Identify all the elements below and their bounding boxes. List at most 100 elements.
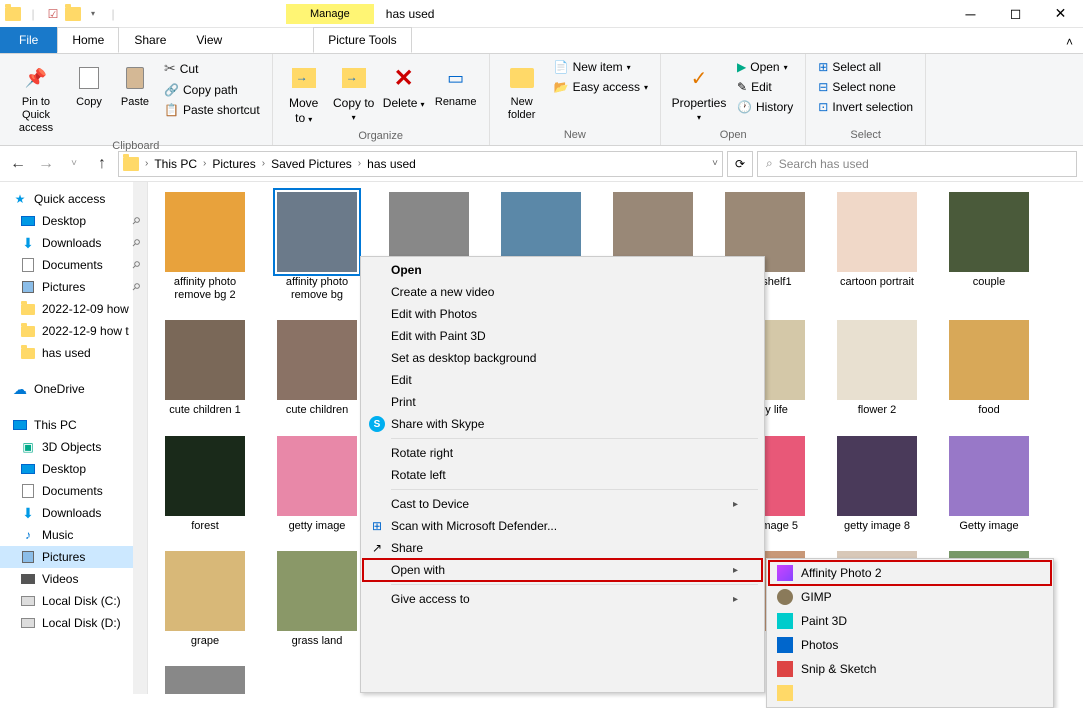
ctx-print[interactable]: Print [363, 391, 762, 413]
sidebar-local-d[interactable]: Local Disk (D:) [0, 612, 147, 634]
copy-to-button[interactable]: Copy to ▾ [331, 58, 377, 128]
ribbon-collapse-icon[interactable]: ˄ [1056, 31, 1083, 53]
sub-more[interactable] [769, 681, 1051, 705]
breadcrumb-path[interactable]: › This PC › Pictures › Saved Pictures › … [118, 151, 723, 177]
paste-button[interactable]: Paste [114, 58, 156, 113]
maximize-button[interactable]: ◻ [993, 0, 1038, 28]
ctx-scan-defender[interactable]: ⊞Scan with Microsoft Defender... [363, 515, 762, 537]
file-thumbnail[interactable]: cute children [274, 320, 360, 417]
ctx-cast[interactable]: Cast to Device▸ [363, 493, 762, 515]
crumb-pictures[interactable]: Pictures [208, 155, 259, 173]
chevron-right-icon[interactable]: › [203, 158, 206, 169]
file-thumbnail[interactable]: affinity photo remove bg 2 [162, 192, 248, 302]
crumb-this-pc[interactable]: This PC [150, 155, 201, 173]
sidebar-local-c[interactable]: Local Disk (C:) [0, 590, 147, 612]
sidebar-pictures-pc[interactable]: Pictures [0, 546, 147, 568]
file-thumbnail[interactable]: getty image [274, 436, 360, 533]
sub-snip-sketch[interactable]: Snip & Sketch [769, 657, 1051, 681]
sub-photos[interactable]: Photos [769, 633, 1051, 657]
scrollbar[interactable] [133, 182, 147, 694]
tab-view[interactable]: View [181, 27, 237, 53]
file-thumbnail[interactable]: cute children 1 [162, 320, 248, 417]
sidebar-downloads[interactable]: ⬇Downloads⚲ [0, 232, 147, 254]
sidebar-folder-1[interactable]: 2022-12-09 how [0, 298, 147, 320]
sidebar-videos[interactable]: Videos [0, 568, 147, 590]
close-button[interactable]: ✕ [1038, 0, 1083, 28]
chevron-right-icon[interactable]: › [358, 158, 361, 169]
ctx-open-with[interactable]: Open with▸ [363, 559, 762, 581]
back-button[interactable]: ← [6, 152, 30, 176]
tab-home[interactable]: Home [57, 27, 119, 53]
edit-button[interactable]: ✎Edit [733, 78, 797, 96]
properties-qat-icon[interactable]: ☑ [44, 5, 62, 23]
crumb-has-used[interactable]: has used [363, 155, 420, 173]
file-thumbnail[interactable]: Getty image [946, 436, 1032, 533]
ctx-create-video[interactable]: Create a new video [363, 281, 762, 303]
rename-button[interactable]: ▭ Rename [431, 58, 481, 113]
pin-to-quick-access-button[interactable]: 📌 Pin to Quick access [8, 58, 64, 140]
search-input[interactable]: ⌕ Search has used [757, 151, 1077, 177]
sub-gimp[interactable]: GIMP [769, 585, 1051, 609]
file-thumbnail[interactable]: couple [946, 192, 1032, 302]
file-thumbnail[interactable]: food [946, 320, 1032, 417]
file-thumbnail[interactable]: flower 2 [834, 320, 920, 417]
file-thumbnail[interactable]: affinity photo remove bg [274, 192, 360, 302]
sidebar-downloads-pc[interactable]: ⬇Downloads [0, 502, 147, 524]
invert-selection-button[interactable]: ⊡Invert selection [814, 98, 917, 116]
file-thumbnail[interactable] [162, 666, 248, 694]
sidebar-documents[interactable]: Documents⚲ [0, 254, 147, 276]
file-thumbnail[interactable]: forest [162, 436, 248, 533]
tab-picture-tools[interactable]: Picture Tools [313, 27, 411, 53]
select-none-button[interactable]: ⊟Select none [814, 78, 917, 96]
file-thumbnail[interactable]: getty image 8 [834, 436, 920, 533]
sidebar-folder-3[interactable]: has used [0, 342, 147, 364]
tab-share[interactable]: Share [119, 27, 181, 53]
ctx-share[interactable]: ↗Share [363, 537, 762, 559]
sidebar-desktop-pc[interactable]: Desktop [0, 458, 147, 480]
history-button[interactable]: 🕐History [733, 98, 797, 116]
delete-button[interactable]: ✕ Delete ▾ [381, 58, 427, 115]
sidebar-this-pc[interactable]: This PC [0, 414, 147, 436]
recent-dropdown-icon[interactable]: ˅ [62, 152, 86, 176]
file-thumbnail[interactable]: grass land [274, 551, 360, 648]
file-thumbnail[interactable]: cartoon portrait [834, 192, 920, 302]
properties-button[interactable]: ✓ Properties ▾ [669, 58, 729, 128]
paste-shortcut-button[interactable]: 📋Paste shortcut [160, 101, 264, 119]
ctx-give-access[interactable]: Give access to▸ [363, 588, 762, 610]
sub-affinity-photo-2[interactable]: Affinity Photo 2 [769, 561, 1051, 585]
sub-paint3d[interactable]: Paint 3D [769, 609, 1051, 633]
tab-file[interactable]: File [0, 27, 57, 53]
ctx-edit-photos[interactable]: Edit with Photos [363, 303, 762, 325]
manage-contextual-tab[interactable]: Manage [286, 4, 374, 24]
cut-button[interactable]: ✂Cut [160, 58, 264, 79]
chevron-right-icon[interactable]: › [262, 158, 265, 169]
sidebar-folder-2[interactable]: 2022-12-9 how t [0, 320, 147, 342]
crumb-saved-pictures[interactable]: Saved Pictures [267, 155, 356, 173]
sidebar-music[interactable]: ♪Music [0, 524, 147, 546]
ctx-edit[interactable]: Edit [363, 369, 762, 391]
path-dropdown-icon[interactable]: ˅ [712, 158, 718, 169]
new-item-button[interactable]: 📄New item ▾ [550, 58, 652, 76]
move-to-button[interactable]: Move to ▾ [281, 58, 327, 130]
chevron-right-icon[interactable]: › [145, 158, 148, 169]
new-folder-button[interactable]: New folder [498, 58, 546, 126]
copy-button[interactable]: Copy [68, 58, 110, 113]
sidebar-pictures[interactable]: Pictures⚲ [0, 276, 147, 298]
sidebar-desktop[interactable]: Desktop⚲ [0, 210, 147, 232]
folder-qat-icon[interactable] [64, 5, 82, 23]
qat-dropdown-icon[interactable]: ▾ [84, 5, 102, 23]
refresh-button[interactable]: ⟳ [727, 151, 753, 177]
ctx-edit-paint3d[interactable]: Edit with Paint 3D [363, 325, 762, 347]
sidebar-onedrive[interactable]: ☁OneDrive [0, 378, 147, 400]
open-button[interactable]: ▶Open ▾ [733, 58, 797, 76]
sidebar-documents-pc[interactable]: Documents [0, 480, 147, 502]
select-all-button[interactable]: ⊞Select all [814, 58, 917, 76]
up-button[interactable]: ↑ [90, 152, 114, 176]
forward-button[interactable]: → [34, 152, 58, 176]
sidebar-quick-access[interactable]: ★Quick access [0, 188, 147, 210]
ctx-rotate-right[interactable]: Rotate right [363, 442, 762, 464]
ctx-open[interactable]: Open [363, 259, 762, 281]
file-thumbnail[interactable]: grape [162, 551, 248, 648]
ctx-rotate-left[interactable]: Rotate left [363, 464, 762, 486]
copy-path-button[interactable]: 🔗Copy path [160, 81, 264, 99]
